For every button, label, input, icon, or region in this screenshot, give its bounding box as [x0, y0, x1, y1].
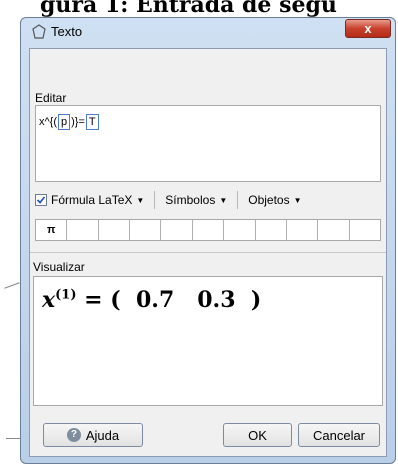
symbol-button[interactable]	[193, 220, 225, 240]
preview-formula: x(1) = ( 0.7 0.3 )	[42, 287, 261, 313]
latex-toggle[interactable]: Fórmula LaTeX ▼	[35, 193, 144, 207]
formula-superscript: (1)	[55, 287, 77, 303]
symbol-button[interactable]	[318, 220, 350, 240]
symbol-button[interactable]	[67, 220, 99, 240]
latex-label: Fórmula LaTeX	[51, 193, 133, 207]
symbol-palette: π	[35, 219, 381, 241]
symbols-menu[interactable]: Símbolos ▼	[165, 193, 227, 207]
symbol-button[interactable]	[161, 220, 193, 240]
window-title: Texto	[51, 24, 83, 39]
editor-toolbar: Fórmula LaTeX ▼ Símbolos ▼ Objetos ▼	[35, 191, 302, 209]
symbol-button[interactable]	[256, 220, 287, 240]
formula-rest: = ( 0.7 0.3 )	[84, 287, 262, 313]
preview-area: x(1) = ( 0.7 0.3 )	[33, 276, 383, 406]
latex-checkbox[interactable]	[35, 194, 47, 206]
expression-middle: )}=	[71, 116, 85, 128]
chevron-down-icon: ▼	[219, 195, 228, 205]
section-divider	[30, 252, 386, 253]
object-slot[interactable]: p	[58, 114, 71, 130]
symbol-button[interactable]	[99, 220, 131, 240]
text-editor[interactable]: x^{( p )}= T	[35, 105, 381, 182]
symbol-button[interactable]	[130, 220, 162, 240]
background-line	[6, 438, 20, 439]
background-caption: gura 1: Entrada de segu	[40, 0, 337, 18]
close-button[interactable]: x	[345, 19, 391, 38]
cancel-button[interactable]: Cancelar	[298, 423, 380, 447]
symbol-button[interactable]	[224, 220, 256, 240]
ok-button[interactable]: OK	[223, 423, 292, 447]
text-dialog: Texto x Editar x^{( p )}= T Fórmula LaTe…	[20, 17, 396, 464]
symbol-button[interactable]	[287, 220, 319, 240]
expression[interactable]: x^{( p )}= T	[39, 114, 100, 130]
help-label: Ajuda	[85, 427, 120, 443]
symbol-button[interactable]: π	[36, 220, 68, 240]
chevron-down-icon: ▼	[136, 195, 145, 205]
symbols-label: Símbolos	[165, 193, 216, 207]
editor-label: Editar	[35, 91, 67, 105]
objects-menu[interactable]: Objetos ▼	[248, 193, 301, 207]
help-icon: ?	[66, 428, 81, 442]
help-button[interactable]: ? Ajuda	[43, 423, 143, 447]
text-tool-icon	[31, 24, 47, 40]
chevron-down-icon: ▼	[293, 195, 302, 205]
dialog-body: Editar x^{( p )}= T Fórmula LaTeX ▼ Símb…	[29, 48, 387, 457]
preview-label: Visualizar	[33, 260, 85, 274]
symbol-button[interactable]	[350, 220, 380, 240]
background-line	[4, 282, 20, 289]
objects-label: Objetos	[248, 193, 290, 207]
expression-prefix: x^{(	[39, 116, 57, 128]
toolbar-separator	[154, 191, 156, 209]
formula-variable: x	[42, 287, 56, 313]
title-bar[interactable]: Texto x	[21, 18, 395, 46]
toolbar-separator	[237, 191, 239, 209]
object-slot[interactable]: T	[85, 114, 99, 130]
